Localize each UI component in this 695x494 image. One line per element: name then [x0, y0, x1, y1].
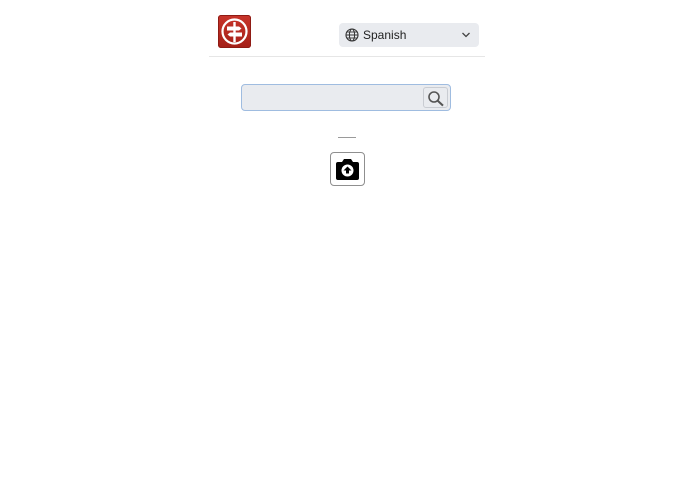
language-select-value: Spanish — [363, 28, 407, 42]
header: Spanish — [209, 0, 485, 57]
search-icon — [428, 91, 444, 107]
globe-icon — [345, 28, 359, 42]
camera-flip-icon — [336, 159, 359, 180]
search-button[interactable] — [423, 87, 448, 108]
signpost-icon — [221, 18, 248, 45]
search-input[interactable] — [244, 87, 420, 108]
chevron-down-icon — [462, 32, 470, 38]
page: Spanish — [0, 0, 695, 494]
search-bar — [241, 84, 451, 111]
app-logo[interactable] — [218, 15, 251, 48]
language-select[interactable]: Spanish — [339, 23, 479, 47]
divider — [338, 137, 356, 138]
camera-button[interactable] — [330, 152, 365, 186]
